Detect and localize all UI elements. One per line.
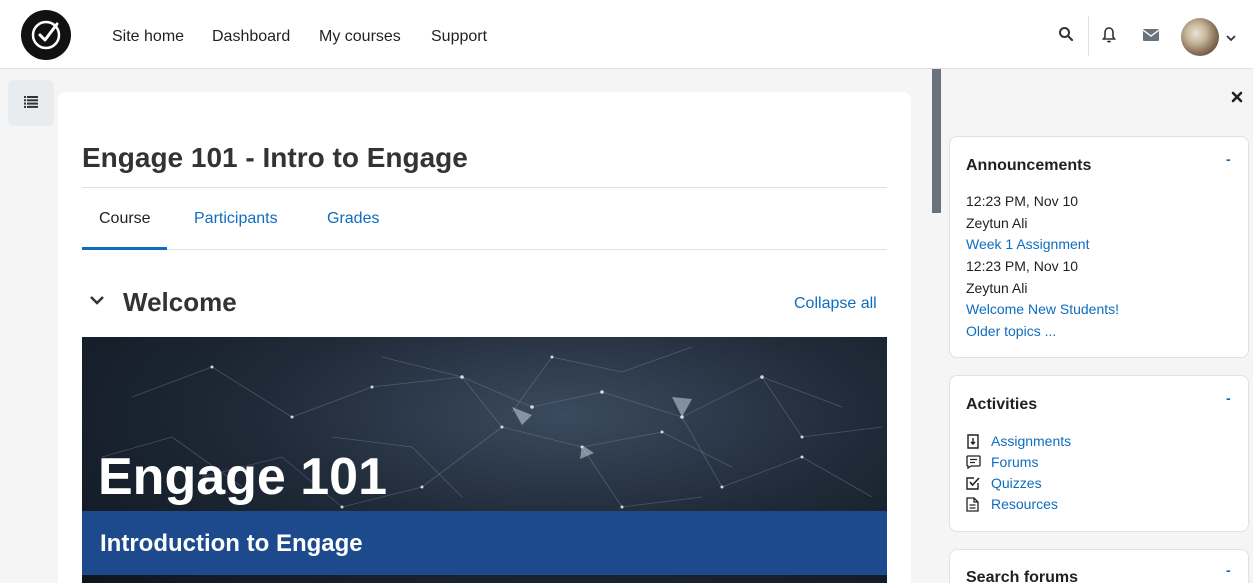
main-content-card: Engage 101 - Intro to Engage Course Part… bbox=[58, 92, 911, 583]
section-title: Welcome bbox=[123, 287, 237, 317]
older-topics-link[interactable]: Older topics ... bbox=[966, 323, 1056, 339]
announcement-author: Zeytun Ali bbox=[966, 215, 1028, 231]
top-navbar: Site home Dashboard My courses Support bbox=[0, 0, 1253, 69]
close-drawer-icon[interactable] bbox=[1231, 91, 1243, 103]
user-avatar[interactable] bbox=[1181, 18, 1219, 56]
activities-title: Activities bbox=[966, 396, 1038, 413]
activity-label: Forums bbox=[991, 454, 1039, 470]
chevron-down-icon[interactable] bbox=[1226, 34, 1236, 42]
title-divider bbox=[82, 187, 887, 188]
search-icon[interactable] bbox=[1058, 26, 1074, 42]
activity-label: Assignments bbox=[991, 433, 1072, 449]
resource-icon bbox=[966, 497, 979, 512]
collapse-all-link[interactable]: Collapse all bbox=[794, 295, 877, 313]
forum-icon bbox=[966, 455, 981, 469]
search-forums-minimize-button[interactable]: - bbox=[1226, 562, 1231, 578]
tab-course[interactable]: Course bbox=[99, 210, 151, 228]
navbar-divider bbox=[1088, 16, 1089, 56]
activities-minimize-button[interactable]: - bbox=[1226, 390, 1231, 406]
quiz-icon bbox=[966, 477, 980, 490]
search-forums-title: Search forums bbox=[966, 569, 1079, 583]
course-banner-image: Engage 101 Introduction to Engage bbox=[82, 337, 887, 583]
announcement-time: 12:23 PM, Nov 10 bbox=[966, 258, 1079, 274]
tab-participants[interactable]: Participants bbox=[194, 210, 278, 228]
page-scrollbar-thumb[interactable] bbox=[932, 69, 941, 213]
nav-support[interactable]: Support bbox=[431, 28, 487, 46]
announcements-block: Announcements - 12:23 PM, Nov 10 Zeytun … bbox=[949, 136, 1249, 358]
nav-dashboard[interactable]: Dashboard bbox=[212, 28, 290, 46]
activities-block: Activities - Assignments Forums Quizzes … bbox=[949, 375, 1249, 532]
activity-label: Quizzes bbox=[991, 475, 1042, 491]
banner-subheading: Introduction to Engage bbox=[100, 530, 363, 557]
announcement-author: Zeytun Ali bbox=[966, 280, 1028, 296]
announcement-topic-link[interactable]: Week 1 Assignment bbox=[966, 236, 1089, 252]
section-collapse-chevron-icon[interactable] bbox=[89, 294, 105, 306]
assignment-icon bbox=[967, 434, 979, 449]
nav-my-courses[interactable]: My courses bbox=[319, 28, 401, 46]
bell-icon[interactable] bbox=[1101, 26, 1117, 44]
tabs-divider bbox=[82, 249, 887, 250]
activity-label: Resources bbox=[991, 496, 1058, 512]
envelope-icon[interactable] bbox=[1143, 29, 1159, 41]
course-index-toggle[interactable] bbox=[8, 80, 54, 126]
banner-heading: Engage 101 bbox=[98, 448, 388, 506]
announcements-title: Announcements bbox=[966, 157, 1092, 174]
checkmark-circle-logo-icon bbox=[31, 20, 61, 50]
list-icon bbox=[24, 96, 38, 108]
nav-site-home[interactable]: Site home bbox=[112, 28, 184, 46]
announcement-topic-link[interactable]: Welcome New Students! bbox=[966, 301, 1119, 317]
announcement-time: 12:23 PM, Nov 10 bbox=[966, 193, 1079, 209]
course-title: Engage 101 - Intro to Engage bbox=[82, 142, 468, 173]
search-forums-block: Search forums - bbox=[949, 549, 1249, 583]
site-logo[interactable] bbox=[21, 10, 71, 60]
announcements-minimize-button[interactable]: - bbox=[1226, 151, 1231, 167]
tab-grades[interactable]: Grades bbox=[327, 210, 379, 228]
active-tab-indicator bbox=[82, 247, 167, 250]
